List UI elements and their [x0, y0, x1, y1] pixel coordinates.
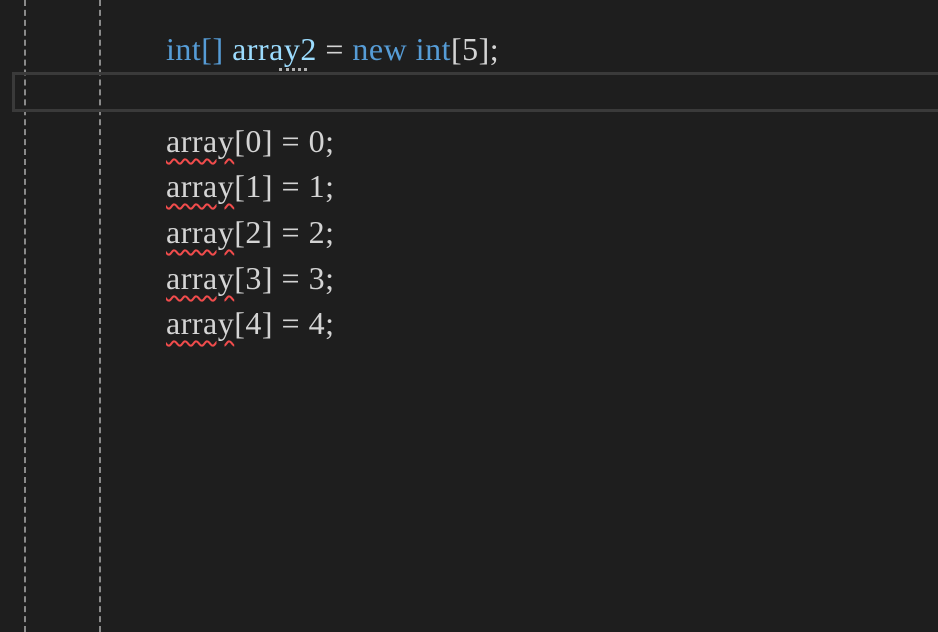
error-identifier[interactable]: array: [166, 168, 234, 204]
current-line-highlight: [12, 72, 938, 112]
element-type-keyword: int: [415, 31, 451, 67]
code-line-assignment[interactable]: array[1] = 1;: [166, 165, 334, 207]
array-size-expression: [5];: [450, 31, 500, 67]
assignment-rest: [1] = 1;: [234, 168, 335, 204]
assignment-rest: [2] = 2;: [234, 214, 335, 250]
error-identifier[interactable]: array: [166, 214, 234, 250]
assign-operator: =: [325, 31, 344, 67]
error-identifier[interactable]: array: [166, 260, 234, 296]
assignment-rest: [4] = 4;: [234, 305, 335, 341]
error-identifier[interactable]: array: [166, 305, 234, 341]
assignment-rest: [3] = 3;: [234, 260, 335, 296]
assignment-rest: [0] = 0;: [234, 123, 335, 159]
code-line-assignment[interactable]: array[2] = 2;: [166, 211, 334, 253]
code-line-assignment[interactable]: array[3] = 3;: [166, 257, 334, 299]
code-editor[interactable]: int[] array2 = new int[5]; array[0] = 0;…: [0, 0, 938, 632]
code-line-assignment[interactable]: array[4] = 4;: [166, 302, 334, 344]
code-line-assignment[interactable]: array[0] = 0;: [166, 120, 334, 162]
error-identifier[interactable]: array: [166, 123, 234, 159]
suggestion-dots-icon[interactable]: [279, 62, 307, 71]
new-keyword: new: [352, 31, 408, 67]
type-keyword: int[]: [166, 31, 224, 67]
code-line-array-declaration[interactable]: int[] array2 = new int[5];: [166, 28, 499, 70]
